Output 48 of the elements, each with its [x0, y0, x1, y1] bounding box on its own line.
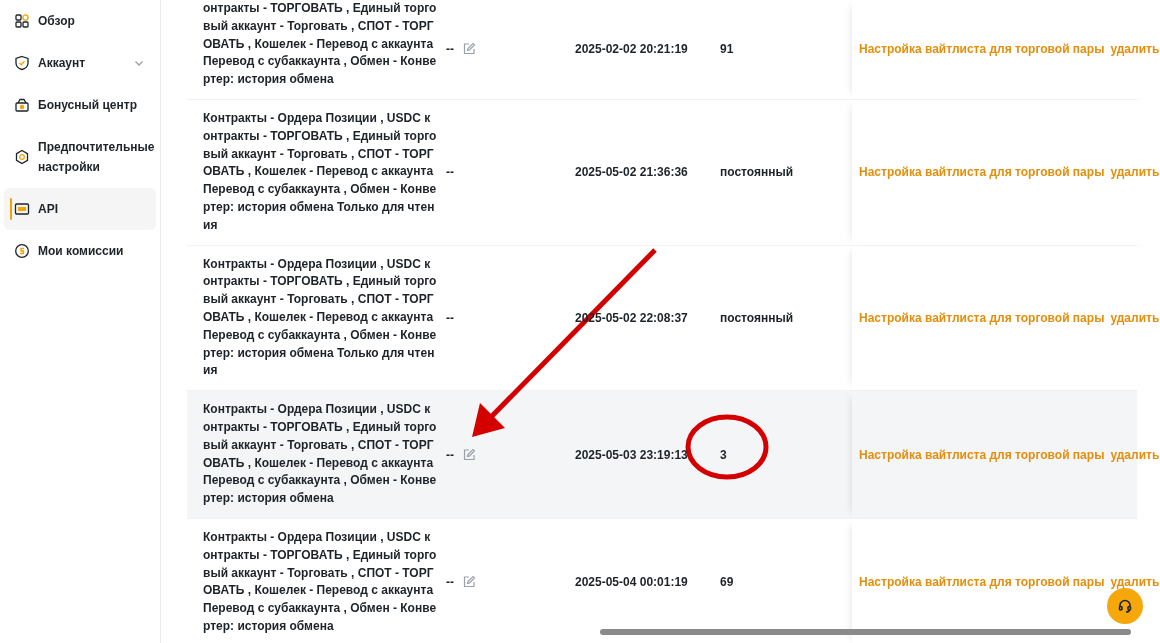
action-link[interactable]: Настройка вайтлиста для торговой пары — [859, 310, 1105, 325]
headset-icon — [1117, 598, 1133, 614]
note-cell: -- — [446, 42, 454, 57]
action-link[interactable]: удалить — [1110, 447, 1160, 462]
permissions-cell-text: Контракты - Ордера Позиции , USDC к онтракты - ТОРГОВАТЬ , Единый торго вый аккаунт - Торговать , СПОТ - ТОРГ ОВАТЬ , Кошелек - Перевод с аккаунта Перевод с субаккаунта , Обмен - Конве ртер: история обмена — [202, 528, 438, 635]
note-cell: -- — [446, 310, 454, 325]
action-link[interactable]: удалить — [1110, 42, 1160, 57]
support-button[interactable] — [1107, 588, 1143, 624]
permissions-cell-text: Контракты - Ордера Позиции , USDC к онтракты - ТОРГОВАТЬ , Единый торго вый аккаунт - Торговать , СПОТ - ТОРГ ОВАТЬ , Кошелек - Перевод с аккаунта Перевод с субаккаунта , Обмен - Конве ртер: история обмена Только для чтен ия — [202, 110, 438, 234]
action-link[interactable]: Настройка вайтлиста для торговой пары — [859, 447, 1105, 462]
nav-icon — [14, 13, 30, 29]
note-cell: -- — [446, 447, 454, 462]
sidebar-item[interactable]: Мои комиссии — [4, 230, 156, 272]
action-link[interactable]: Настройка вайтлиста для торговой пары — [859, 575, 1105, 590]
sidebar-item[interactable]: Предпочтительные настройки — [4, 126, 156, 188]
note-cell: -- — [446, 165, 454, 180]
action-link[interactable]: Настройка вайтлиста для торговой пары — [859, 42, 1105, 57]
action-link[interactable]: удалить — [1110, 310, 1160, 325]
edit-icon[interactable] — [462, 447, 476, 462]
sidebar-item[interactable]: API — [4, 188, 156, 230]
date-cell: 2025-05-04 00:01:19 — [575, 575, 688, 590]
action-link[interactable]: удалить — [1110, 575, 1160, 590]
edit-icon[interactable] — [462, 42, 476, 57]
chevron-icon[interactable] — [134, 58, 144, 68]
expiry-cell: 69 — [720, 575, 734, 590]
scrollbar-thumb[interactable] — [600, 629, 1131, 635]
nav-icon — [14, 55, 30, 71]
action-link[interactable]: удалить — [1110, 165, 1160, 180]
expiry-cell: постоянный — [720, 165, 794, 180]
permissions-cell-text: Контракты - Ордера Позиции , USDC к онтракты - ТОРГОВАТЬ , Единый торго вый аккаунт - Торговать , СПОТ - ТОРГ ОВАТЬ , Кошелек - Перевод с аккаунта Перевод с субаккаунта , Обмен - Конве ртер: история обмена Только для чтен ия — [202, 255, 438, 380]
nav-icon — [14, 201, 30, 217]
sidebar-item[interactable]: Бонусный центр — [4, 84, 156, 126]
action-link[interactable]: Настройка вайтлиста для торговой пары — [859, 165, 1105, 180]
expiry-cell: 3 — [720, 447, 727, 462]
permissions-cell-text: Контракты - Ордера Позиции , USDC к онтракты - ТОРГОВАТЬ , Единый торго вый аккаунт - Торговать , СПОТ - ТОРГ ОВАТЬ , Кошелек - Перевод с аккаунта Перевод с субаккаунта , Обмен - Конве ртер: история обмена — [202, 401, 438, 508]
sidebar-item[interactable]: Аккаунт — [4, 42, 156, 84]
expiry-cell: постоянный — [720, 310, 794, 325]
edit-icon[interactable] — [462, 575, 476, 590]
expiry-cell: 91 — [720, 42, 734, 57]
date-cell: 2025-05-02 21:36:36 — [575, 165, 688, 180]
sidebar-item[interactable]: Обзор — [4, 0, 156, 42]
nav-icon — [14, 243, 30, 259]
permissions-cell-text: онтракты - ТОРГОВАТЬ , Единый торго вый аккаунт - Торговать , СПОТ - ТОРГ ОВАТЬ , Кошелек - Перевод с аккаунта Перевод с субаккаунта , Обмен - Конве ртер: история обмена — [202, 0, 438, 89]
nav-icon — [14, 97, 30, 113]
nav-icon — [14, 149, 30, 165]
date-cell: 2025-05-03 23:19:13 — [575, 447, 688, 462]
date-cell: 2025-02-02 20:21:19 — [575, 42, 688, 57]
note-cell: -- — [446, 575, 454, 590]
